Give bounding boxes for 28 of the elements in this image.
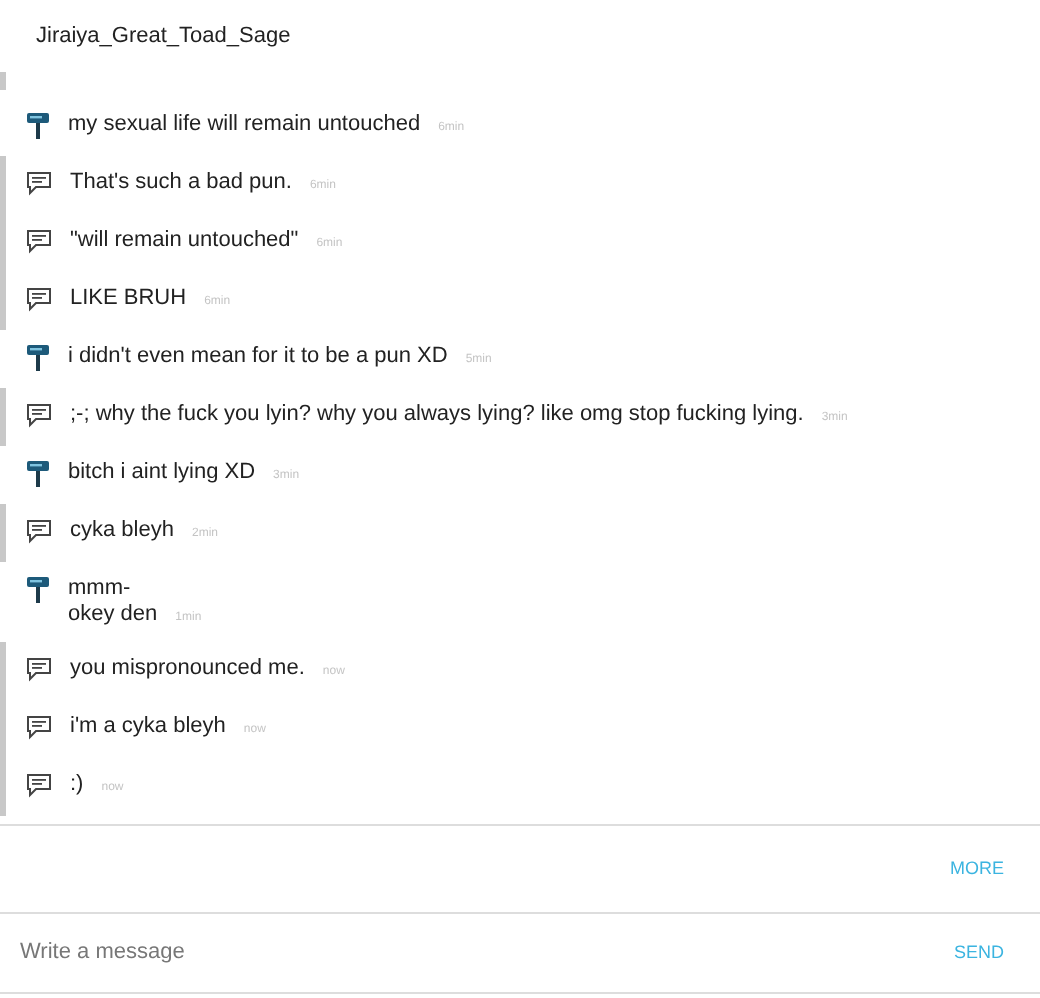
message-input[interactable]: Write a message xyxy=(20,936,950,970)
message-text: That's such a bad pun. xyxy=(70,170,292,196)
message-text: i didn't even mean for it to be a pun XD xyxy=(68,344,448,370)
message-text: LIKE BRUH xyxy=(70,286,187,312)
speech-bubble-icon xyxy=(26,402,52,428)
message-text: :) xyxy=(70,772,84,798)
message-text: "will remain untouched" xyxy=(70,228,299,254)
message-text: cyka bleyh xyxy=(70,518,174,544)
speech-bubble-icon xyxy=(26,518,52,544)
signpost-icon xyxy=(26,576,50,604)
signpost-icon xyxy=(26,112,50,140)
message-text: you mispronounced me. xyxy=(70,656,305,682)
signpost-icon xyxy=(26,460,50,488)
speech-bubble-icon xyxy=(26,714,52,740)
speech-bubble-icon xyxy=(26,286,52,312)
message-text: my sexual life will remain untouched xyxy=(68,112,421,138)
speech-bubble-icon xyxy=(26,228,52,254)
message-text: mmm- okey den xyxy=(68,576,158,628)
speech-bubble-icon xyxy=(26,656,52,682)
more-button[interactable]: MORE xyxy=(946,855,1008,883)
message-text: bitch i aint lying XD xyxy=(68,460,256,486)
speech-bubble-icon xyxy=(26,170,52,196)
signpost-icon xyxy=(26,344,50,372)
message-text: ;-; why the fuck you lyin? why you always lying? like omg stop fucking lying. xyxy=(70,402,804,428)
chat-title: Jiraiya_Great_Toad_Sage xyxy=(36,21,291,52)
send-button[interactable]: SEND xyxy=(949,939,1008,967)
speech-bubble-icon xyxy=(26,772,52,798)
message-text: i'm a cyka bleyh xyxy=(70,714,226,740)
